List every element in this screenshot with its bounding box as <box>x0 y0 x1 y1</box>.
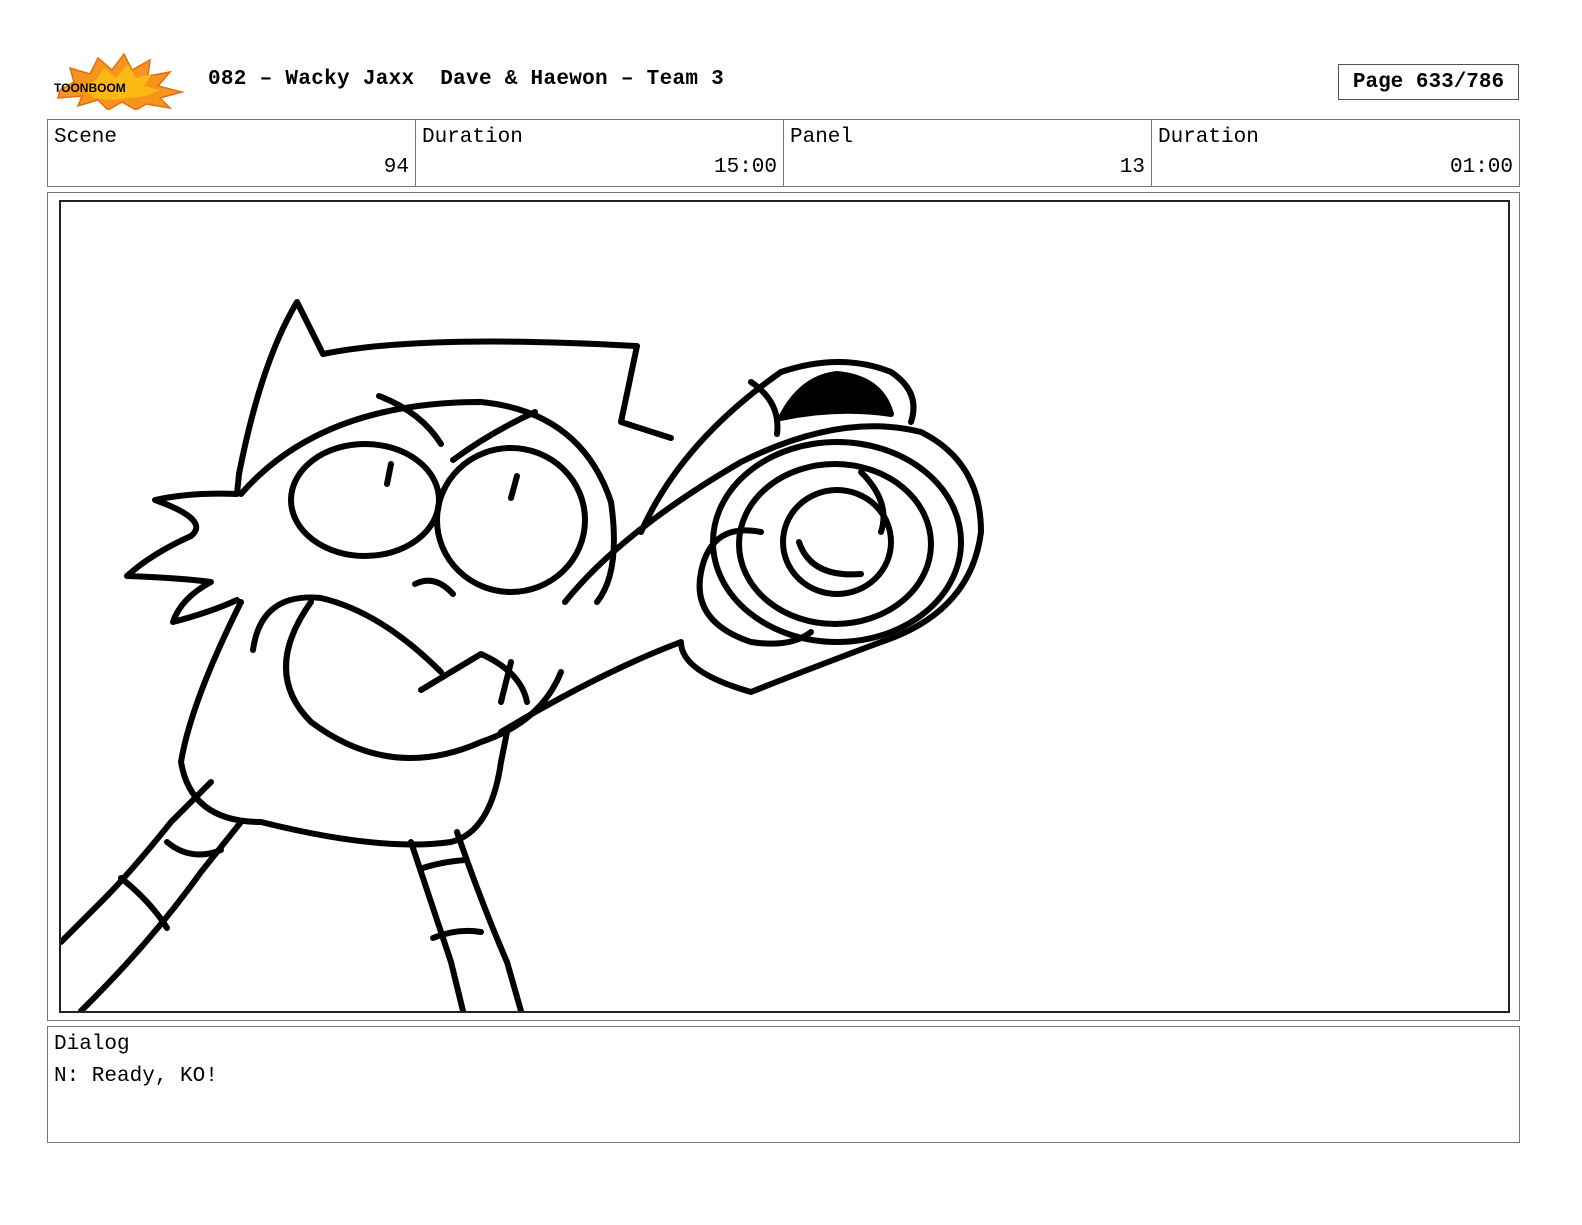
scene-duration-cell: Duration 15:00 <box>415 120 783 186</box>
document-title: 082 – Wacky Jaxx Dave & Haewon – Team 3 <box>208 68 725 91</box>
panel-label: Panel <box>790 126 854 149</box>
scene-value: 94 <box>383 156 409 179</box>
info-row: Scene 94 Duration 15:00 Panel 13 Duratio… <box>47 119 1520 187</box>
page-number: Page 633/786 <box>1338 64 1519 100</box>
dialog-box: Dialog N: Ready, KO! <box>47 1026 1520 1143</box>
dialog-text: N: Ready, KO! <box>54 1065 218 1088</box>
panel-cell: Panel 13 <box>783 120 1151 186</box>
panel-value: 13 <box>1119 156 1145 179</box>
logo-text: TOONBOOM <box>54 81 126 95</box>
scene-label: Scene <box>54 126 118 149</box>
scene-cell: Scene 94 <box>48 120 415 186</box>
panel-duration-label: Duration <box>1158 126 1259 149</box>
panel-duration-cell: Duration 01:00 <box>1151 120 1519 186</box>
panel-duration-value: 01:00 <box>1449 156 1513 179</box>
panel-frame <box>59 200 1510 1013</box>
scene-duration-label: Duration <box>422 126 523 149</box>
storyboard-sketch <box>61 299 984 1011</box>
toonboom-logo-icon: TOONBOOM <box>54 52 185 110</box>
scene-duration-value: 15:00 <box>713 156 777 179</box>
dialog-label: Dialog <box>54 1033 130 1056</box>
